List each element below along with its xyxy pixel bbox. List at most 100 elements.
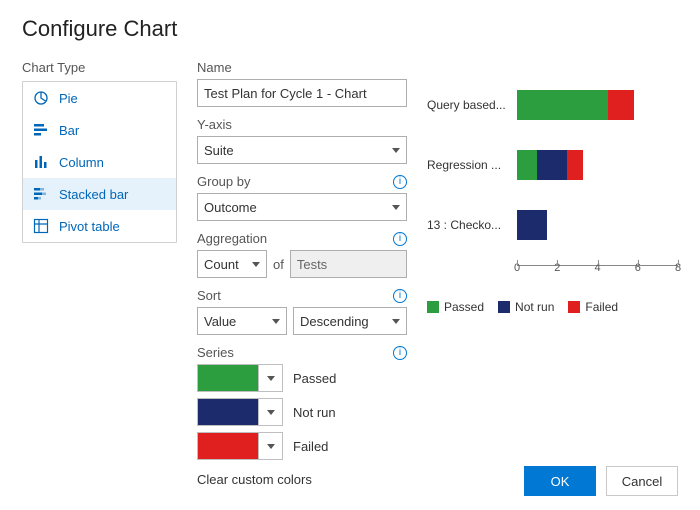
chart-preview: Query based... Regression ... 13 : Checko.… xyxy=(427,60,678,497)
chart-bar-segment xyxy=(517,150,537,180)
chart-bar-row: Query based... xyxy=(427,85,678,125)
series-list: Passed Not run Failed xyxy=(197,364,407,460)
chart-form: Name Y-axis Suite Group by i Outcome xyxy=(197,60,407,497)
legend-label: Passed xyxy=(444,300,484,314)
legend-swatch xyxy=(568,301,580,313)
series-row: Not run xyxy=(197,398,407,426)
sort-direction-select[interactable]: Descending xyxy=(293,307,407,335)
aggregation-of-label: of xyxy=(273,257,284,272)
color-swatch xyxy=(198,399,258,425)
chart-bar-row: Regression ... xyxy=(427,145,678,185)
chart-type-heading: Chart Type xyxy=(22,60,177,75)
name-input[interactable] xyxy=(197,79,407,107)
color-picker[interactable] xyxy=(197,398,283,426)
yaxis-label: Y-axis xyxy=(197,117,232,132)
sort-field-value: Value xyxy=(204,314,236,329)
chart-bar-segment xyxy=(608,90,634,120)
color-picker[interactable] xyxy=(197,432,283,460)
color-swatch xyxy=(198,433,258,459)
series-row: Failed xyxy=(197,432,407,460)
chart-type-label: Stacked bar xyxy=(59,187,128,202)
series-name: Not run xyxy=(293,405,336,420)
yaxis-select[interactable]: Suite xyxy=(197,136,407,164)
chart-type-label: Column xyxy=(59,155,104,170)
configure-chart-dialog: Configure Chart Chart Type Pie Bar xyxy=(0,0,700,510)
aggregation-target-value: Tests xyxy=(297,257,327,272)
stacked-bar-icon xyxy=(33,186,49,202)
chart-type-pivot-table[interactable]: Pivot table xyxy=(23,210,176,242)
bar-icon xyxy=(33,122,49,138)
chart-type-label: Bar xyxy=(59,123,79,138)
chart-type-stacked-bar[interactable]: Stacked bar xyxy=(23,178,176,210)
axis-tick: 2 xyxy=(554,262,560,274)
chart-category-label: Query based... xyxy=(427,98,517,112)
dialog-footer: OK Cancel xyxy=(524,466,678,496)
groupby-label: Group by xyxy=(197,174,250,189)
chart-category-label: Regression ... xyxy=(427,158,517,172)
legend-item: Failed xyxy=(568,300,618,314)
chevron-down-icon xyxy=(252,262,260,267)
chart-bar-segment xyxy=(537,150,567,180)
chart-bar xyxy=(517,90,678,120)
legend-swatch xyxy=(427,301,439,313)
chart-type-pie[interactable]: Pie xyxy=(23,82,176,114)
name-label: Name xyxy=(197,60,232,75)
chart-bar xyxy=(517,150,678,180)
color-picker[interactable] xyxy=(197,364,283,392)
aggregation-label: Aggregation xyxy=(197,231,267,246)
legend-item: Not run xyxy=(498,300,554,314)
chart-bar xyxy=(517,210,678,240)
axis-tick: 0 xyxy=(514,262,520,274)
groupby-value: Outcome xyxy=(204,200,257,215)
chevron-down-icon[interactable] xyxy=(258,433,282,459)
info-icon[interactable]: i xyxy=(393,232,407,246)
yaxis-value: Suite xyxy=(204,143,234,158)
chart-legend: Passed Not run Failed xyxy=(427,300,678,314)
chart-bar-row: 13 : Checko... xyxy=(427,205,678,245)
chart-type-bar[interactable]: Bar xyxy=(23,114,176,146)
axis-tick: 6 xyxy=(635,262,641,274)
sort-direction-value: Descending xyxy=(300,314,369,329)
chart-category-label: 13 : Checko... xyxy=(427,218,517,232)
clear-custom-colors-link[interactable]: Clear custom colors xyxy=(197,472,312,487)
axis-tick: 4 xyxy=(594,262,600,274)
legend-swatch xyxy=(498,301,510,313)
column-icon xyxy=(33,154,49,170)
aggregation-select[interactable]: Count xyxy=(197,250,267,278)
sort-label: Sort xyxy=(197,288,221,303)
pie-icon xyxy=(33,90,49,106)
info-icon[interactable]: i xyxy=(393,289,407,303)
chart-bar-segment xyxy=(567,150,583,180)
cancel-button[interactable]: Cancel xyxy=(606,466,678,496)
chevron-down-icon[interactable] xyxy=(258,399,282,425)
chart-type-list: Pie Bar Column xyxy=(22,81,177,243)
series-name: Failed xyxy=(293,439,328,454)
aggregation-value: Count xyxy=(204,257,239,272)
aggregation-target: Tests xyxy=(290,250,407,278)
chart-type-label: Pivot table xyxy=(59,219,120,234)
chart-type-panel: Chart Type Pie Bar xyxy=(22,60,177,497)
chevron-down-icon xyxy=(392,319,400,324)
groupby-select[interactable]: Outcome xyxy=(197,193,407,221)
ok-button[interactable]: OK xyxy=(524,466,596,496)
chevron-down-icon xyxy=(392,205,400,210)
chevron-down-icon xyxy=(272,319,280,324)
series-label: Series xyxy=(197,345,234,360)
info-icon[interactable]: i xyxy=(393,346,407,360)
chart-type-column[interactable]: Column xyxy=(23,146,176,178)
info-icon[interactable]: i xyxy=(393,175,407,189)
color-swatch xyxy=(198,365,258,391)
chart-type-label: Pie xyxy=(59,91,78,106)
chevron-down-icon xyxy=(392,148,400,153)
chart-bar-segment xyxy=(517,90,608,120)
axis-tick: 8 xyxy=(675,262,681,274)
chart-bar-segment xyxy=(517,210,547,240)
sort-field-select[interactable]: Value xyxy=(197,307,287,335)
dialog-title: Configure Chart xyxy=(22,16,678,42)
series-row: Passed xyxy=(197,364,407,392)
legend-label: Failed xyxy=(585,300,618,314)
chevron-down-icon[interactable] xyxy=(258,365,282,391)
series-name: Passed xyxy=(293,371,336,386)
legend-item: Passed xyxy=(427,300,484,314)
pivot-table-icon xyxy=(33,218,49,234)
